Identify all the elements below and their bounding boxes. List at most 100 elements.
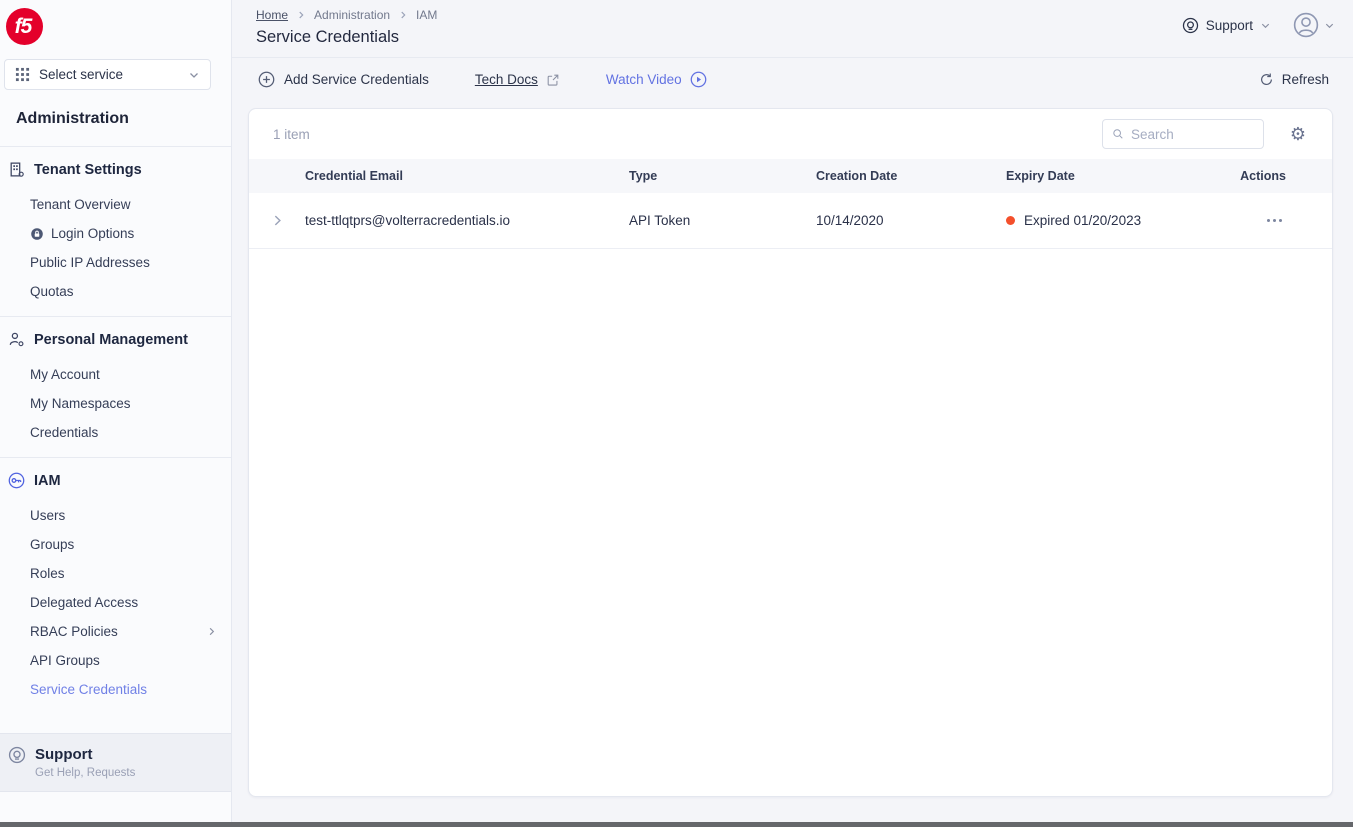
sidebar-spacer — [0, 714, 231, 733]
support-icon — [1182, 17, 1199, 34]
sidebar-item-users[interactable]: Users — [30, 501, 231, 530]
tech-docs-label: Tech Docs — [475, 72, 538, 87]
section-title-label: Personal Management — [34, 332, 188, 348]
sidebar-item-label: Credentials — [30, 425, 98, 440]
section-title-label: IAM — [34, 473, 61, 489]
sidebar-section-title-tenant-settings[interactable]: Tenant Settings — [0, 161, 231, 178]
cell-creation-date: 10/14/2020 — [816, 213, 1006, 228]
toolbar: Add Service Credentials Tech Docs Watch … — [232, 58, 1353, 101]
brand-logo[interactable]: f5 — [0, 0, 231, 53]
gear-icon[interactable]: ⚙ — [1290, 125, 1306, 143]
sidebar-item-my-account[interactable]: My Account — [30, 360, 231, 389]
row-expander[interactable] — [249, 214, 305, 227]
play-circle-icon — [690, 71, 707, 88]
refresh-label: Refresh — [1282, 72, 1329, 87]
expired-status-dot — [1006, 216, 1015, 225]
watch-video-label: Watch Video — [606, 72, 682, 87]
sidebar-item-tenant-overview[interactable]: Tenant Overview — [30, 190, 231, 219]
sidebar-item-delegated-access[interactable]: Delegated Access — [30, 588, 231, 617]
sidebar-section-title-iam[interactable]: IAM — [0, 472, 231, 489]
header-right: Support — [1182, 12, 1335, 38]
sidebar-item-label: My Account — [30, 367, 100, 382]
sidebar-item-roles[interactable]: Roles — [30, 559, 231, 588]
sidebar-item-public-ip-addresses[interactable]: Public IP Addresses — [30, 248, 231, 277]
building-icon — [8, 161, 25, 178]
f5-logo-icon: f5 — [6, 8, 43, 45]
sidebar-item-rbac-policies[interactable]: RBAC Policies — [30, 617, 231, 646]
breadcrumb-iam[interactable]: IAM — [416, 8, 437, 22]
sidebar-item-label: My Namespaces — [30, 396, 131, 411]
sidebar-section-title-personal-management[interactable]: Personal Management — [0, 331, 231, 348]
content-area: 1 item ⚙ Credential Email Type Creation — [232, 101, 1353, 822]
header-support-menu[interactable]: Support — [1182, 17, 1271, 34]
chevron-down-icon — [188, 69, 200, 81]
add-service-credentials-label: Add Service Credentials — [284, 72, 429, 87]
sidebar-section-tenant-settings: Tenant Settings Tenant Overview Login Op… — [0, 147, 231, 316]
breadcrumb-separator-icon — [296, 10, 306, 20]
column-header-type[interactable]: Type — [629, 169, 816, 183]
sidebar-item-my-namespaces[interactable]: My Namespaces — [30, 389, 231, 418]
add-service-credentials-button[interactable]: Add Service Credentials — [258, 71, 429, 88]
sidebar-item-label: Groups — [30, 537, 74, 552]
support-subtitle: Get Help, Requests — [35, 767, 135, 779]
main-area: Home Administration IAM Service Credenti… — [232, 0, 1353, 822]
sidebar: f5 Select service Administration — [0, 0, 232, 822]
credentials-card: 1 item ⚙ Credential Email Type Creation — [248, 108, 1333, 797]
search-icon — [1112, 127, 1124, 141]
sidebar-item-login-options[interactable]: Login Options — [30, 219, 231, 248]
tech-docs-link[interactable]: Tech Docs — [475, 72, 560, 87]
key-circle-icon — [8, 472, 25, 489]
support-icon — [8, 746, 26, 764]
person-gear-icon — [8, 331, 25, 348]
sidebar-item-label: API Groups — [30, 653, 100, 668]
breadcrumb: Home Administration IAM — [256, 8, 1329, 22]
cell-actions — [1236, 215, 1332, 226]
chevron-down-icon — [1260, 20, 1271, 31]
sidebar-item-service-credentials[interactable]: Service Credentials — [30, 675, 231, 704]
sidebar-item-quotas[interactable]: Quotas — [30, 277, 231, 306]
cell-credential-email: test-ttlqtprs@volterracredentials.io — [305, 213, 629, 228]
table-header: Credential Email Type Creation Date Expi… — [249, 159, 1332, 193]
sidebar-item-label: RBAC Policies — [30, 624, 118, 639]
column-header-expiry-date[interactable]: Expiry Date — [1006, 169, 1236, 183]
sidebar-item-label: Delegated Access — [30, 595, 138, 610]
refresh-button[interactable]: Refresh — [1259, 72, 1329, 87]
sidebar-heading-administration: Administration — [16, 110, 215, 128]
sidebar-item-api-groups[interactable]: API Groups — [30, 646, 231, 675]
table-row: test-ttlqtprs@volterracredentials.io API… — [249, 193, 1332, 249]
header-user-menu[interactable] — [1293, 12, 1335, 38]
sidebar-item-label: Quotas — [30, 284, 74, 299]
page-header: Home Administration IAM Service Credenti… — [232, 0, 1353, 58]
support-title: Support — [35, 746, 135, 763]
window-bottom-edge — [0, 822, 1353, 827]
section-title-label: Tenant Settings — [34, 162, 142, 178]
item-count: 1 item — [273, 127, 310, 142]
card-header: 1 item ⚙ — [249, 109, 1332, 159]
search-box — [1102, 119, 1264, 149]
sidebar-item-label: Service Credentials — [30, 682, 147, 697]
sidebar-item-label: Login Options — [51, 226, 134, 241]
chevron-down-icon — [1324, 20, 1335, 31]
sidebar-section-iam: IAM Users Groups Roles Delegated Access … — [0, 458, 231, 714]
sidebar-support[interactable]: Support Get Help, Requests — [0, 733, 231, 792]
sidebar-item-credentials[interactable]: Credentials — [30, 418, 231, 447]
column-header-actions: Actions — [1236, 169, 1332, 183]
f5-logo-text: f5 — [15, 15, 32, 39]
column-header-creation-date[interactable]: Creation Date — [816, 169, 1006, 183]
page-title: Service Credentials — [256, 28, 1329, 47]
grid-icon — [15, 67, 30, 82]
breadcrumb-home[interactable]: Home — [256, 8, 288, 22]
cell-type: API Token — [629, 213, 816, 228]
select-service-dropdown[interactable]: Select service — [4, 59, 211, 90]
watch-video-link[interactable]: Watch Video — [606, 71, 707, 88]
row-actions-button[interactable] — [1265, 215, 1284, 226]
sidebar-item-label: Users — [30, 508, 65, 523]
sidebar-item-label: Public IP Addresses — [30, 255, 150, 270]
cell-expiry-date: Expired 01/20/2023 — [1006, 213, 1236, 228]
sidebar-footer — [0, 792, 231, 822]
breadcrumb-administration[interactable]: Administration — [314, 8, 390, 22]
app-window: f5 Select service Administration — [0, 0, 1353, 822]
column-header-credential-email[interactable]: Credential Email — [305, 169, 629, 183]
sidebar-item-groups[interactable]: Groups — [30, 530, 231, 559]
search-input[interactable] — [1131, 127, 1254, 142]
